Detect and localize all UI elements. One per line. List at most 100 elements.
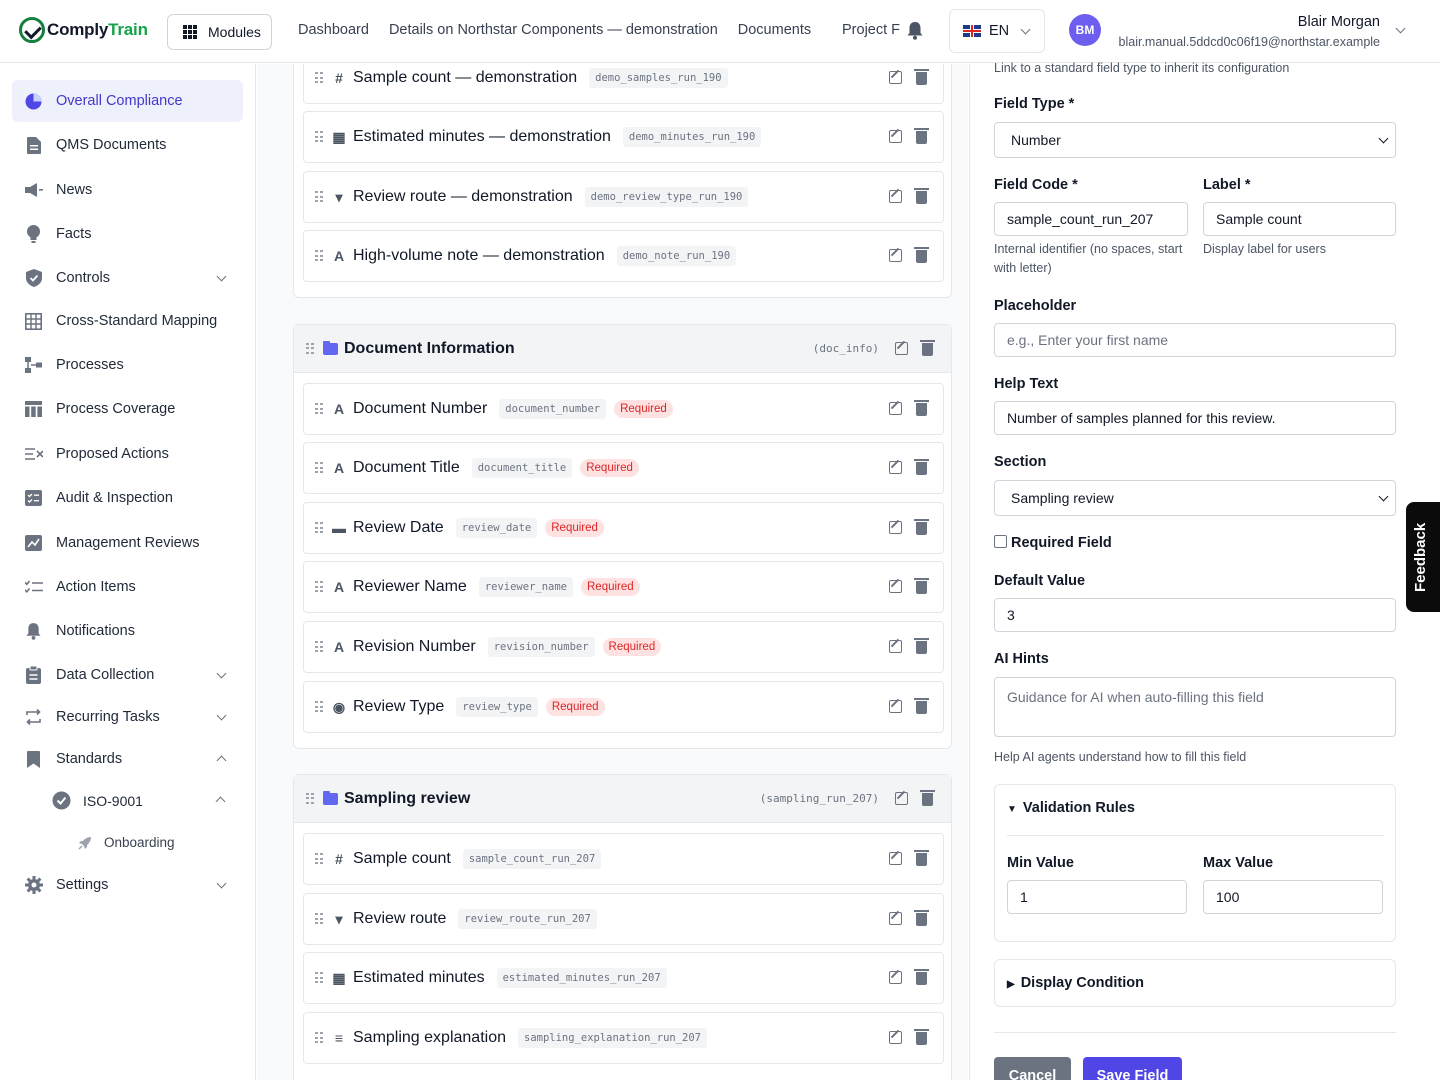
help-text-input[interactable]: Number of samples planned for this revie…	[994, 401, 1396, 435]
placeholder-input[interactable]: e.g., Enter your first name	[994, 323, 1396, 357]
sidebar-item-standards[interactable]: Standards	[12, 738, 243, 780]
trash-icon[interactable]	[914, 969, 929, 985]
edit-icon[interactable]	[895, 342, 908, 355]
drag-handle-icon[interactable]	[315, 913, 323, 925]
app-logo[interactable]: ComplyTrain	[19, 17, 148, 43]
display-condition-panel[interactable]: ▶ Display Condition	[994, 959, 1396, 1007]
sidebar-item-action-items[interactable]: Action Items	[12, 566, 243, 608]
bell-icon[interactable]	[907, 22, 923, 40]
required-field-label[interactable]: Required Field	[1011, 535, 1112, 551]
edit-icon[interactable]	[889, 521, 902, 534]
language-selector[interactable]: EN	[949, 9, 1045, 53]
trash-icon[interactable]	[914, 1029, 929, 1045]
edit-icon[interactable]	[889, 640, 902, 653]
feedback-tab[interactable]: Feedback	[1406, 502, 1440, 612]
edit-icon[interactable]	[889, 190, 902, 203]
field-row[interactable]: ▦ Estimated minutes — demonstration demo…	[303, 111, 944, 163]
field-row[interactable]: ◉ Review Type review_type Required	[303, 681, 944, 733]
edit-icon[interactable]	[889, 402, 902, 415]
drag-handle-icon[interactable]	[315, 191, 323, 203]
field-row[interactable]: ▬ Review Date review_date Required	[303, 502, 944, 554]
sidebar-item-controls[interactable]: Controls	[12, 257, 243, 299]
trash-icon[interactable]	[914, 69, 929, 85]
required-checkbox[interactable]	[994, 535, 1007, 548]
nav-documents[interactable]: Documents	[738, 22, 811, 38]
edit-icon[interactable]	[889, 71, 902, 84]
drag-handle-icon[interactable]	[315, 701, 323, 713]
trash-icon[interactable]	[914, 519, 929, 535]
edit-icon[interactable]	[889, 912, 902, 925]
trash-icon[interactable]	[914, 850, 929, 866]
edit-icon[interactable]	[895, 792, 908, 805]
drag-handle-icon[interactable]	[315, 522, 323, 534]
trash-icon[interactable]	[914, 247, 929, 263]
drag-handle-icon[interactable]	[315, 131, 323, 143]
chevron-up-icon[interactable]	[215, 796, 226, 807]
default-value-input[interactable]: 3	[994, 598, 1396, 632]
trash-icon[interactable]	[914, 578, 929, 594]
edit-icon[interactable]	[889, 249, 902, 262]
sidebar-item-audit-inspection[interactable]: Audit & Inspection	[12, 477, 243, 519]
edit-icon[interactable]	[889, 971, 902, 984]
field-type-select[interactable]: Number	[994, 122, 1396, 158]
sidebar-item-process-coverage[interactable]: Process Coverage	[12, 388, 243, 430]
sidebar-item-management-reviews[interactable]: Management Reviews	[12, 522, 243, 564]
trash-icon[interactable]	[920, 790, 935, 806]
edit-icon[interactable]	[889, 1031, 902, 1044]
edit-icon[interactable]	[889, 700, 902, 713]
sidebar-item-news[interactable]: News	[12, 169, 243, 211]
user-menu-chevron-icon[interactable]	[1395, 23, 1406, 34]
field-row[interactable]: # Sample count sample_count_run_207	[303, 833, 944, 885]
validation-rules-toggle[interactable]: ▼ Validation Rules	[1007, 800, 1135, 816]
drag-handle-icon[interactable]	[306, 792, 314, 805]
field-row[interactable]: ▾ Review route review_route_run_207	[303, 893, 944, 945]
trash-icon[interactable]	[920, 340, 935, 356]
min-value-input[interactable]: 1	[1007, 880, 1187, 914]
section-select[interactable]: Sampling review	[994, 480, 1396, 516]
cancel-button[interactable]: Cancel	[994, 1057, 1071, 1080]
drag-handle-icon[interactable]	[315, 581, 323, 593]
drag-handle-icon[interactable]	[315, 641, 323, 653]
save-field-button[interactable]: Save Field	[1083, 1057, 1182, 1080]
section-header[interactable]: Sampling review (sampling_run_207)	[294, 775, 951, 823]
field-code-input[interactable]: sample_count_run_207	[994, 202, 1188, 236]
field-row[interactable]: A Revision Number revision_number Requir…	[303, 621, 944, 673]
sidebar-item-settings[interactable]: Settings	[12, 864, 243, 906]
edit-icon[interactable]	[889, 461, 902, 474]
sidebar-item-processes[interactable]: Processes	[12, 344, 243, 386]
field-row[interactable]: # Sample count — demonstration demo_samp…	[303, 64, 944, 104]
sidebar-item-overall-compliance[interactable]: Overall Compliance	[12, 80, 243, 122]
trash-icon[interactable]	[914, 128, 929, 144]
trash-icon[interactable]	[914, 188, 929, 204]
nav-dashboard[interactable]: Dashboard	[298, 22, 369, 38]
drag-handle-icon[interactable]	[315, 250, 323, 262]
sidebar-item-proposed-actions[interactable]: Proposed Actions	[12, 433, 243, 475]
edit-icon[interactable]	[889, 580, 902, 593]
ai-hints-textarea[interactable]: Guidance for AI when auto-filling this f…	[994, 677, 1396, 737]
trash-icon[interactable]	[914, 698, 929, 714]
sidebar-item-notifications[interactable]: Notifications	[12, 610, 243, 652]
edit-icon[interactable]	[889, 852, 902, 865]
drag-handle-icon[interactable]	[315, 1032, 323, 1044]
max-value-input[interactable]: 100	[1203, 880, 1383, 914]
drag-handle-icon[interactable]	[315, 403, 323, 415]
trash-icon[interactable]	[914, 910, 929, 926]
field-row[interactable]: A Reviewer Name reviewer_name Required	[303, 561, 944, 613]
nav-project[interactable]: Project F	[842, 18, 904, 46]
drag-handle-icon[interactable]	[315, 72, 323, 84]
drag-handle-icon[interactable]	[315, 853, 323, 865]
edit-icon[interactable]	[889, 130, 902, 143]
sidebar-item-facts[interactable]: Facts	[12, 213, 243, 255]
trash-icon[interactable]	[914, 638, 929, 654]
sidebar-item-data-collection[interactable]: Data Collection	[12, 654, 243, 696]
field-row[interactable]: ▦ Estimated minutes estimated_minutes_ru…	[303, 952, 944, 1004]
sidebar-item-recurring-tasks[interactable]: Recurring Tasks	[12, 696, 243, 738]
field-row[interactable]: A Document Number document_number Requir…	[303, 383, 944, 435]
sidebar-item-cross-standard-mapping[interactable]: Cross-Standard Mapping	[12, 300, 243, 342]
trash-icon[interactable]	[914, 400, 929, 416]
drag-handle-icon[interactable]	[315, 972, 323, 984]
nav-details[interactable]: Details on Northstar Components — demons…	[389, 22, 718, 38]
drag-handle-icon[interactable]	[315, 462, 323, 474]
field-row[interactable]: ▾ Review route — demonstration demo_revi…	[303, 171, 944, 223]
field-row[interactable]: A High-volume note — demonstration demo_…	[303, 230, 944, 282]
